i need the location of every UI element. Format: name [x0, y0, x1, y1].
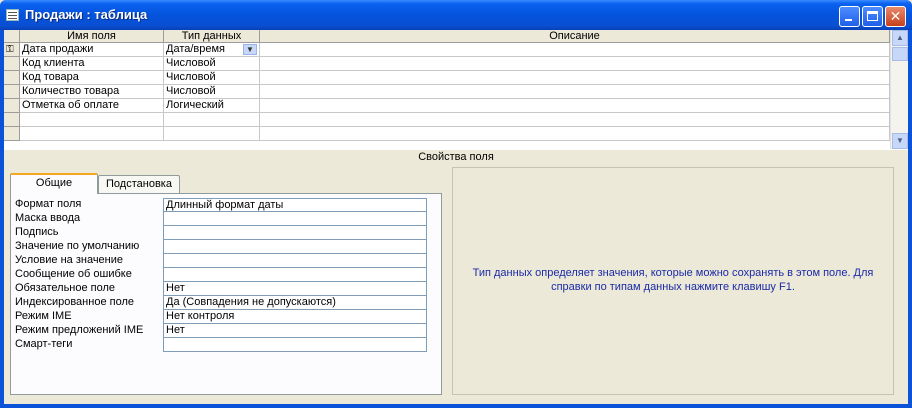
property-value[interactable]: Нет контроля	[163, 310, 427, 324]
row-selector[interactable]	[4, 85, 20, 99]
tab-lookup[interactable]: Подстановка	[98, 175, 180, 193]
property-value[interactable]: Длинный формат даты	[163, 198, 427, 212]
column-header-description[interactable]: Описание	[260, 30, 890, 43]
property-row[interactable]: Условие на значение	[15, 254, 427, 268]
description-cell[interactable]	[260, 71, 890, 85]
property-value[interactable]	[163, 254, 427, 268]
data-type-cell[interactable]: Числовой	[164, 57, 260, 71]
help-text: Тип данных определяет значения, которые …	[472, 267, 874, 293]
property-row[interactable]: Смарт-теги	[15, 338, 427, 352]
property-row[interactable]: Подпись	[15, 226, 427, 240]
minimize-button[interactable]	[839, 6, 860, 27]
data-type-cell[interactable]	[164, 127, 260, 141]
scrollbar-thumb[interactable]	[892, 47, 908, 61]
arrow-down-icon[interactable]: ▼	[892, 133, 908, 149]
property-row[interactable]: Маска ввода	[15, 212, 427, 226]
property-label: Подпись	[15, 226, 59, 238]
property-value[interactable]: Да (Совпадения не допускаются)	[163, 296, 427, 310]
maximize-icon	[867, 11, 878, 21]
table-row[interactable]: Код товара Числовой	[4, 71, 890, 85]
vertical-scrollbar[interactable]: ▲ ▼	[890, 30, 908, 149]
data-type-value: Дата/время	[166, 43, 226, 55]
row-selector[interactable]: ⚿	[4, 43, 20, 57]
maximize-button[interactable]	[862, 6, 883, 27]
row-selector[interactable]	[4, 57, 20, 71]
field-name-cell[interactable]	[20, 127, 164, 141]
tab-general[interactable]: Общие	[10, 173, 98, 194]
property-label: Сообщение об ошибке	[15, 268, 132, 280]
field-name-cell[interactable]: Отметка об оплате	[20, 99, 164, 113]
property-row[interactable]: Значение по умолчанию	[15, 240, 427, 254]
table-row[interactable]: ⚿ Дата продажи Дата/время ▼	[4, 43, 890, 57]
property-label: Режим предложений IME	[15, 324, 144, 336]
arrow-up-icon[interactable]: ▲	[892, 30, 908, 46]
field-name-cell[interactable]: Дата продажи	[20, 43, 164, 57]
field-properties-header: Свойства поля	[4, 149, 908, 166]
data-type-cell[interactable]: Дата/время ▼	[164, 43, 260, 57]
property-label: Условие на значение	[15, 254, 124, 266]
minimize-icon	[845, 19, 852, 21]
chevron-down-icon[interactable]: ▼	[243, 44, 257, 55]
table-row[interactable]	[4, 113, 890, 127]
table-design-window: Продажи : таблица ✕ Имя поля Тип данных …	[0, 0, 912, 408]
property-label: Маска ввода	[15, 212, 81, 224]
property-row[interactable]: Индексированное поле Да (Совпадения не д…	[15, 296, 427, 310]
table-row[interactable]: Количество товара Числовой	[4, 85, 890, 99]
property-row[interactable]: Режим предложений IME Нет	[15, 324, 427, 338]
title-bar[interactable]: Продажи : таблица ✕	[0, 0, 912, 30]
field-name-cell[interactable]	[20, 113, 164, 127]
property-label: Режим IME	[15, 310, 72, 322]
property-row[interactable]: Формат поля Длинный формат даты	[15, 198, 427, 212]
property-label: Обязательное поле	[15, 282, 116, 294]
table-icon[interactable]	[6, 9, 19, 21]
field-properties-area: Общие Подстановка Формат поля Длинный фо…	[4, 166, 908, 404]
description-cell[interactable]	[260, 57, 890, 71]
description-cell[interactable]	[260, 113, 890, 127]
property-value[interactable]	[163, 268, 427, 282]
window-client-area: Имя поля Тип данных Описание ⚿ Дата прод…	[4, 30, 908, 404]
description-cell[interactable]	[260, 127, 890, 141]
general-tab-panel: Формат поля Длинный формат даты Маска вв…	[10, 193, 442, 395]
property-value[interactable]	[163, 226, 427, 240]
data-type-cell[interactable]: Числовой	[164, 85, 260, 99]
description-cell[interactable]	[260, 43, 890, 57]
row-selector[interactable]	[4, 127, 20, 141]
help-panel: Тип данных определяет значения, которые …	[452, 167, 894, 395]
property-row[interactable]: Сообщение об ошибке	[15, 268, 427, 282]
column-header-data-type[interactable]: Тип данных	[164, 30, 260, 43]
description-cell[interactable]	[260, 85, 890, 99]
field-grid: Имя поля Тип данных Описание ⚿ Дата прод…	[4, 30, 908, 149]
property-label: Формат поля	[15, 198, 82, 210]
property-value[interactable]	[163, 240, 427, 254]
table-row[interactable]: Код клиента Числовой	[4, 57, 890, 71]
property-label: Смарт-теги	[15, 338, 73, 350]
property-value[interactable]	[163, 212, 427, 226]
field-name-cell[interactable]: Код клиента	[20, 57, 164, 71]
property-value[interactable]: Нет	[163, 324, 427, 338]
row-selector[interactable]	[4, 99, 20, 113]
field-name-cell[interactable]: Количество товара	[20, 85, 164, 99]
property-value[interactable]: Нет	[163, 282, 427, 296]
property-value[interactable]	[163, 338, 427, 352]
column-header-field-name[interactable]: Имя поля	[20, 30, 164, 43]
property-row[interactable]: Обязательное поле Нет	[15, 282, 427, 296]
data-type-cell[interactable]: Логический	[164, 99, 260, 113]
description-cell[interactable]	[260, 99, 890, 113]
property-label: Значение по умолчанию	[15, 240, 140, 252]
data-type-cell[interactable]	[164, 113, 260, 127]
close-icon: ✕	[889, 8, 902, 24]
row-selector[interactable]	[4, 71, 20, 85]
table-row[interactable]: Отметка об оплате Логический	[4, 99, 890, 113]
close-button[interactable]: ✕	[885, 6, 906, 27]
data-type-cell[interactable]: Числовой	[164, 71, 260, 85]
grid-corner[interactable]	[4, 30, 20, 43]
key-icon: ⚿	[6, 44, 14, 55]
property-label: Индексированное поле	[15, 296, 134, 308]
row-selector[interactable]	[4, 113, 20, 127]
property-row[interactable]: Режим IME Нет контроля	[15, 310, 427, 324]
field-name-cell[interactable]: Код товара	[20, 71, 164, 85]
window-title: Продажи : таблица	[25, 7, 148, 22]
table-row[interactable]	[4, 127, 890, 141]
